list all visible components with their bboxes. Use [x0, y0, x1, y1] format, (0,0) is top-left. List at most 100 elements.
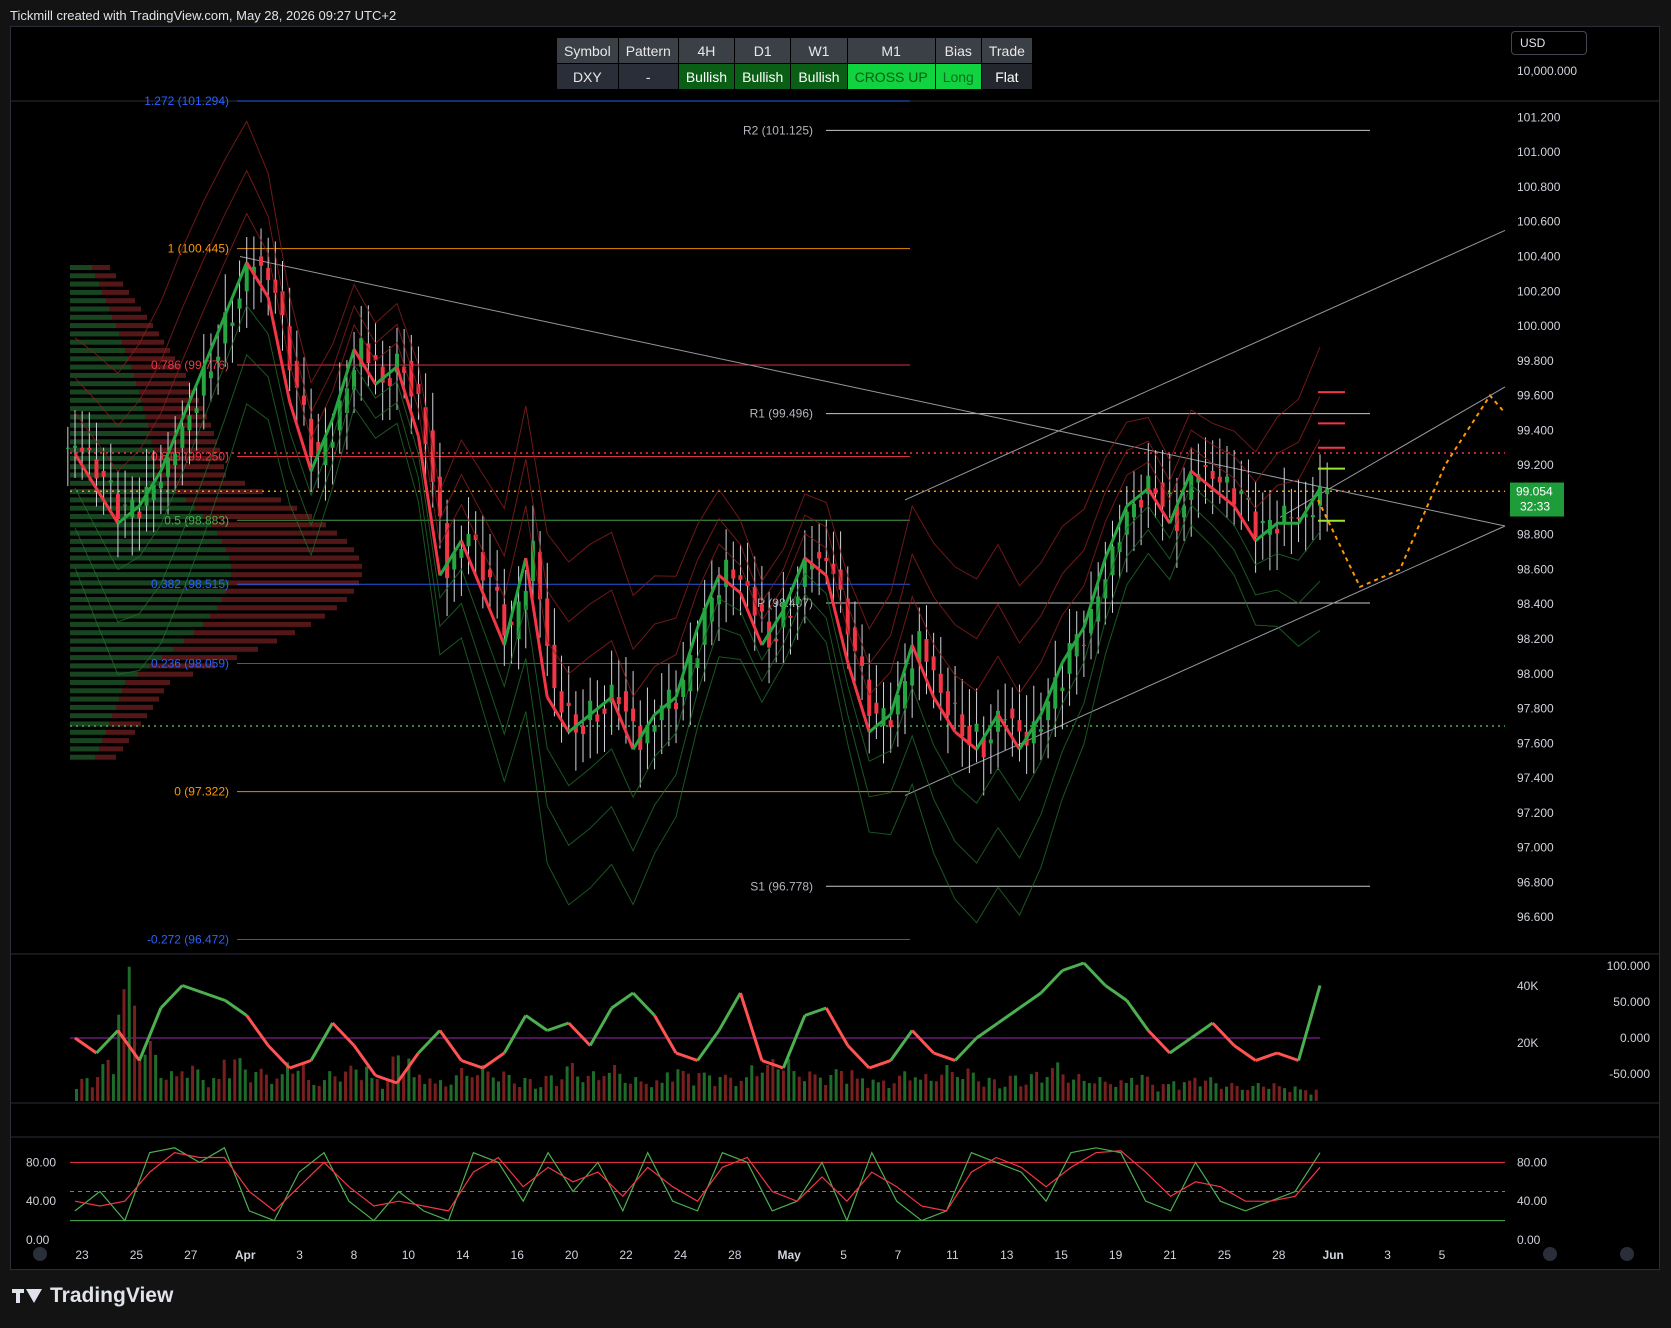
volume-bar: [750, 1065, 754, 1101]
oscillator-segment: [224, 999, 248, 1017]
volume-bar: [692, 1085, 696, 1101]
volume-bar: [576, 1076, 580, 1101]
oscillator-segment: [245, 1014, 270, 1047]
volume-bar: [1283, 1088, 1287, 1101]
signal-header-d1: D1: [734, 37, 792, 64]
moving-average-segment: [674, 627, 699, 698]
tradingview-logo[interactable]: TradingView: [12, 1284, 173, 1308]
volume-bar: [1277, 1086, 1281, 1101]
volume-bar: [992, 1079, 996, 1101]
volume-profile-bar-red: [231, 563, 362, 569]
volume-bar: [697, 1073, 701, 1101]
volume-profile-bar-red: [106, 729, 135, 735]
volume-profile-bar-green: [70, 397, 141, 403]
volume-bar: [950, 1071, 954, 1101]
candle-body: [824, 557, 829, 562]
volume-bar: [1040, 1082, 1044, 1101]
stoch-axis-label-right: 0.00: [1517, 1233, 1541, 1247]
candle-body: [123, 504, 128, 506]
volume-profile-bar-green: [70, 281, 99, 287]
volume-profile-bar-red: [229, 555, 359, 561]
main-chart-svg[interactable]: 101.200101.000100.800100.600100.400100.2…: [0, 0, 1671, 1328]
volume-bar: [1014, 1075, 1018, 1101]
volume-bar: [1219, 1088, 1223, 1101]
x-tick-label: 28: [728, 1248, 742, 1262]
volume-bar: [528, 1079, 532, 1101]
volume-bar: [1172, 1081, 1176, 1101]
volume-profile-bar-red: [195, 505, 297, 511]
volume-bar: [1203, 1080, 1207, 1101]
y-tick-label: 98.400: [1517, 597, 1554, 611]
volume-bar: [518, 1086, 522, 1101]
moving-average-segment: [1125, 487, 1150, 508]
volume-bar: [634, 1077, 638, 1101]
volume-bar: [1114, 1086, 1118, 1101]
candle-body: [595, 714, 600, 722]
volume-bar: [433, 1083, 437, 1101]
oscillator-segment: [1255, 1051, 1278, 1062]
volume-profile-bar-green: [70, 754, 95, 760]
volume-bar: [940, 1074, 944, 1101]
axis-mode-button: [1620, 1247, 1634, 1261]
fib-level-label: 0.5 (98.883): [164, 513, 229, 527]
candle-body: [80, 447, 85, 452]
volume-bar: [1267, 1088, 1271, 1101]
moving-average-segment: [589, 696, 613, 716]
volume-bar: [164, 1079, 168, 1101]
volume-profile-bar-green: [70, 729, 106, 735]
y-tick-label: 96.800: [1517, 875, 1554, 889]
volume-bar: [386, 1078, 390, 1101]
volume-bar: [301, 1062, 305, 1101]
volume-profile-bar-red: [122, 688, 164, 694]
volume-bar: [465, 1075, 469, 1101]
volume-bar: [903, 1071, 907, 1101]
volume-bar: [628, 1083, 632, 1101]
volume-bar: [428, 1078, 432, 1101]
oscillator-segment: [203, 991, 226, 1002]
x-tick-label: 25: [130, 1248, 144, 1262]
signal-value-m1: CROSS UP: [846, 63, 936, 90]
volume-profile-bar-green: [70, 289, 102, 295]
candle-body: [988, 739, 993, 744]
currency-selector[interactable]: USD: [1511, 31, 1587, 55]
volume-profile-bar-red: [226, 588, 354, 594]
volume-bar: [196, 1069, 200, 1101]
volume-bar: [813, 1074, 817, 1101]
candle-body: [137, 511, 142, 519]
volume-bar: [417, 1074, 421, 1101]
volume-bar: [1209, 1077, 1213, 1101]
pivot-label: R1 (99.496): [750, 407, 813, 421]
volume-bar: [238, 1058, 242, 1101]
moving-average-segment: [1168, 470, 1193, 524]
candle-body: [1310, 515, 1315, 518]
volume-bar: [180, 1071, 184, 1101]
volume-bar: [533, 1088, 537, 1101]
volume-bar: [676, 1069, 680, 1101]
candle-body: [996, 710, 1001, 732]
volume-bar: [270, 1083, 274, 1101]
moving-average-segment: [1297, 487, 1322, 525]
stoch-axis-label-left: 80.00: [26, 1155, 56, 1169]
volume-bar: [597, 1080, 601, 1101]
candle-body: [938, 673, 943, 693]
volume-bar: [671, 1081, 675, 1101]
oscillator-segment: [481, 1051, 506, 1070]
candle-body: [115, 494, 120, 520]
volume-bar: [1177, 1089, 1181, 1101]
volume-profile-bar-green: [70, 298, 106, 304]
volume-profile-bar-red: [203, 621, 311, 627]
oscillator-segment: [997, 1006, 1021, 1025]
oscillator-segment: [1061, 961, 1085, 972]
oscillator-segment: [911, 1029, 935, 1055]
volume-profile-bar-red: [222, 538, 347, 544]
volume-bar: [460, 1068, 464, 1101]
volume-bar: [254, 1071, 258, 1101]
volume-bar: [185, 1077, 189, 1101]
volume-bar: [1235, 1086, 1239, 1101]
volume-bar: [734, 1086, 738, 1101]
oscillator-segment: [696, 1029, 721, 1062]
volume-bar: [138, 1058, 142, 1101]
volume-bar: [1193, 1077, 1197, 1101]
x-tick-label: 21: [1163, 1248, 1177, 1262]
candle-body: [1153, 488, 1158, 495]
